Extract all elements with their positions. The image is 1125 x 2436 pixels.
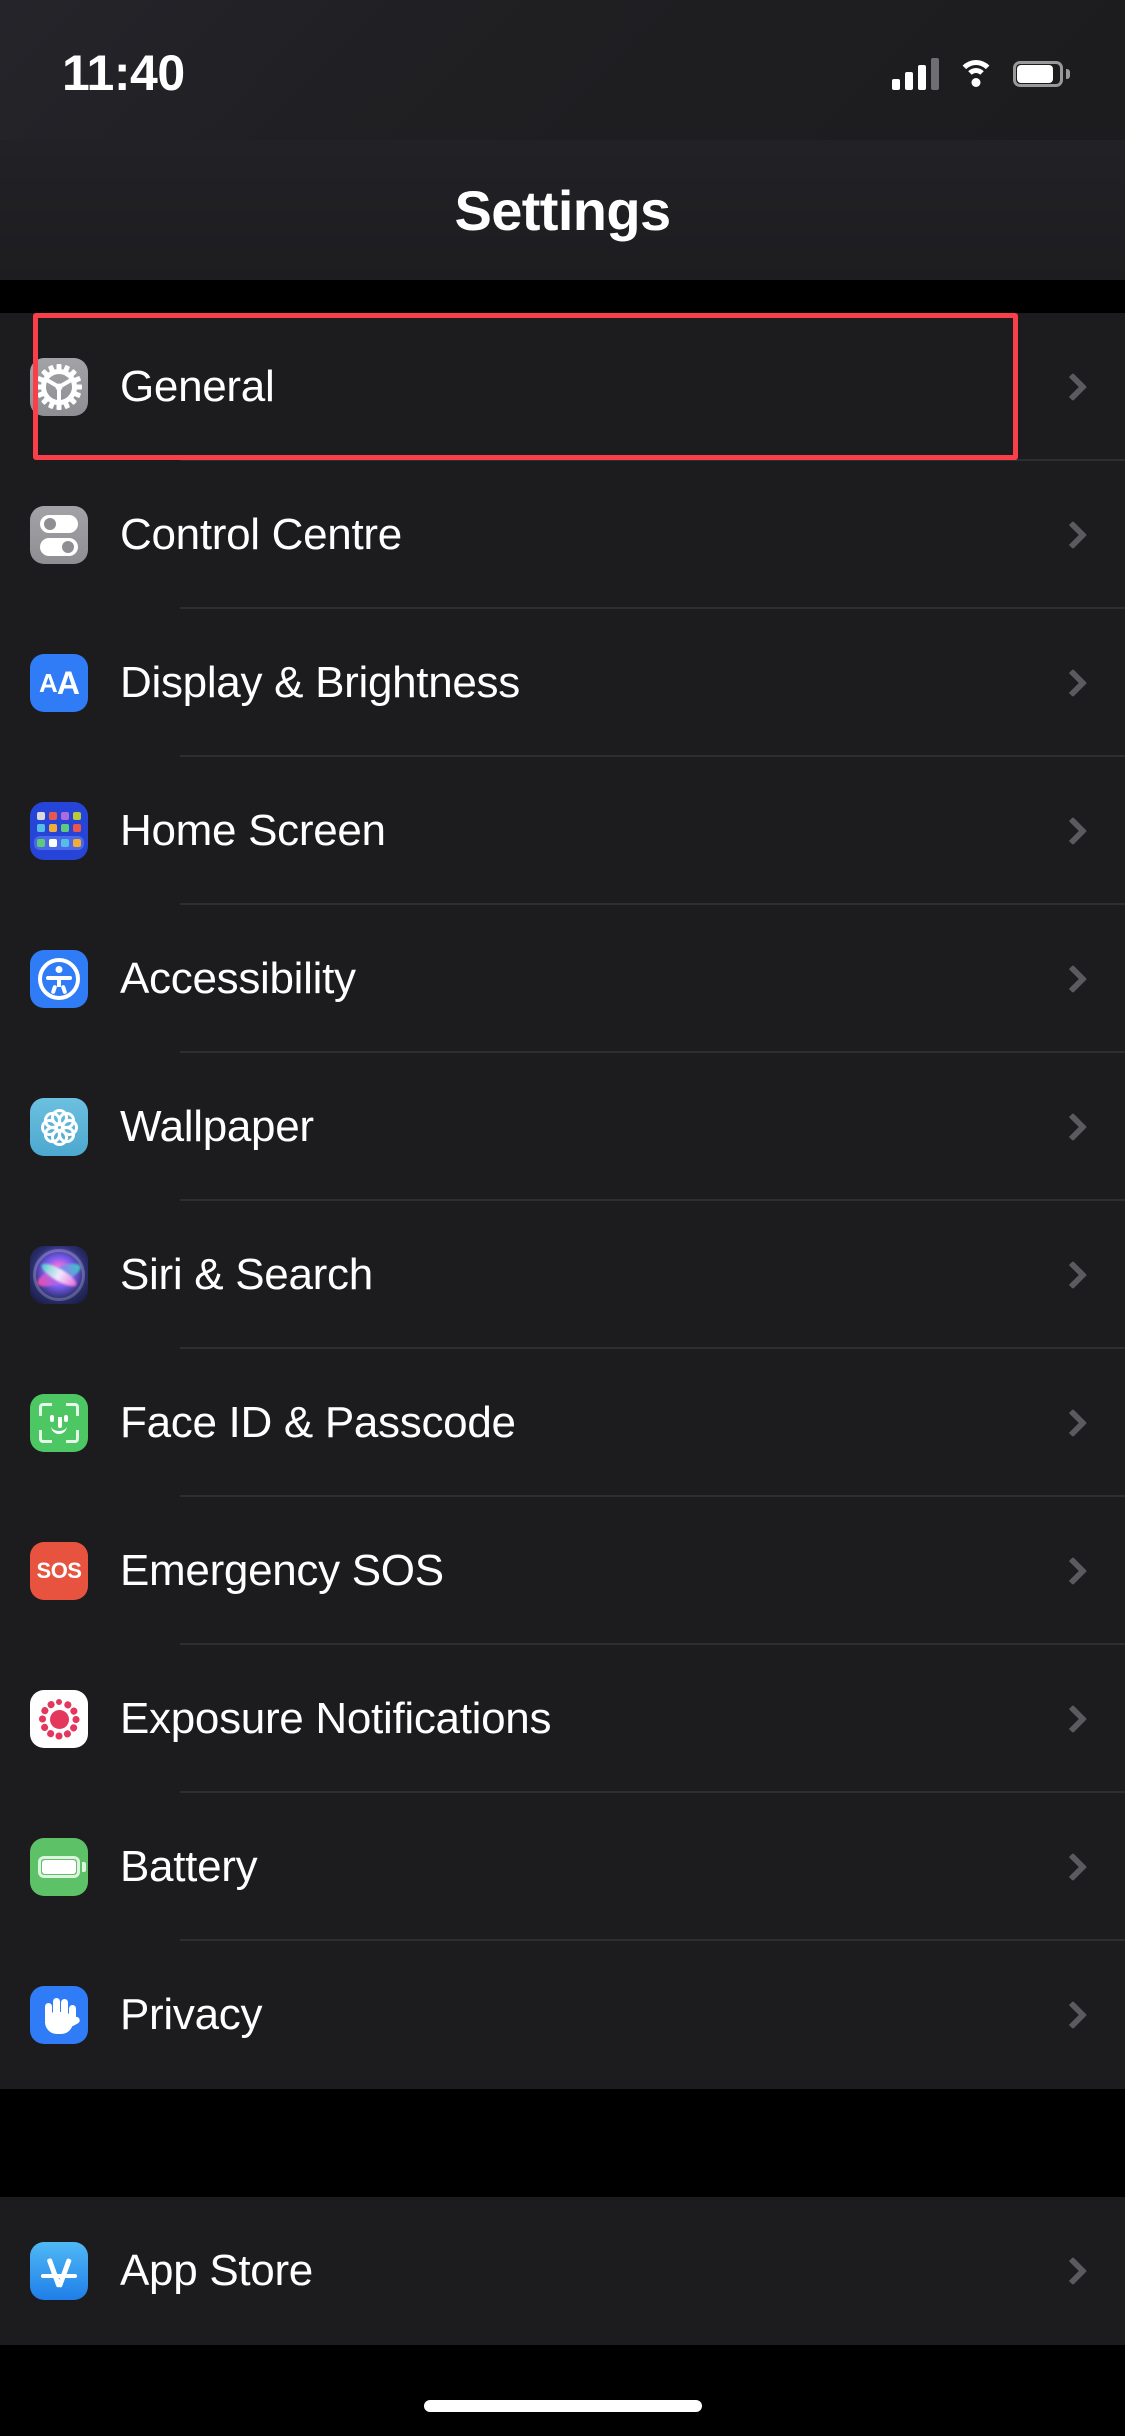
settings-row-siri-search[interactable]: Siri & Search xyxy=(0,1201,1125,1349)
page-title: Settings xyxy=(454,178,671,242)
section-gap-top xyxy=(0,280,1125,313)
settings-row-general[interactable]: General xyxy=(0,313,1125,461)
settings-row-label: Emergency SOS xyxy=(120,1546,444,1595)
wallpaper-flower-icon xyxy=(30,1098,88,1156)
navigation-bar: Settings xyxy=(0,140,1125,280)
status-bar-indicators xyxy=(892,58,1070,90)
app-store-icon xyxy=(30,2242,88,2300)
battery-icon xyxy=(1013,61,1070,87)
sos-icon: SOS xyxy=(30,1542,88,1600)
chevron-right-icon xyxy=(1063,1265,1083,1285)
status-bar-clock: 11:40 xyxy=(62,45,185,101)
settings-row-face-id-passcode[interactable]: Face ID & Passcode xyxy=(0,1349,1125,1497)
settings-row-emergency-sos[interactable]: SOS Emergency SOS xyxy=(0,1497,1125,1645)
settings-row-display-brightness[interactable]: A A Display & Brightness xyxy=(0,609,1125,757)
settings-row-wallpaper[interactable]: Wallpaper xyxy=(0,1053,1125,1201)
settings-row-battery[interactable]: Battery xyxy=(0,1793,1125,1941)
settings-row-label: Accessibility xyxy=(120,954,356,1003)
accessibility-person-icon xyxy=(30,950,88,1008)
exposure-notifications-icon xyxy=(30,1690,88,1748)
iphone-settings-screen: 11:40 Settings General Control Centre A A Di… xyxy=(0,0,1125,2436)
settings-row-label: App Store xyxy=(120,2246,313,2295)
settings-row-label: Exposure Notifications xyxy=(120,1694,552,1743)
chevron-right-icon xyxy=(1063,2261,1083,2281)
chevron-right-icon xyxy=(1063,1413,1083,1433)
control-centre-toggles-icon xyxy=(30,506,88,564)
chevron-right-icon xyxy=(1063,1561,1083,1581)
chevron-right-icon xyxy=(1063,377,1083,397)
home-indicator[interactable] xyxy=(423,2400,702,2412)
store-group: App Store xyxy=(0,2197,1125,2345)
wifi-icon xyxy=(957,60,995,88)
chevron-right-icon xyxy=(1063,1709,1083,1729)
sos-label: SOS xyxy=(36,1558,82,1583)
settings-row-label: General xyxy=(120,362,275,411)
chevron-right-icon xyxy=(1063,821,1083,841)
face-id-icon xyxy=(30,1394,88,1452)
settings-row-exposure-notifications[interactable]: Exposure Notifications xyxy=(0,1645,1125,1793)
chevron-right-icon xyxy=(1063,673,1083,693)
chevron-right-icon xyxy=(1063,1117,1083,1137)
settings-row-accessibility[interactable]: Accessibility xyxy=(0,905,1125,1053)
siri-orb-icon xyxy=(30,1246,88,1304)
settings-row-label: Control Centre xyxy=(120,510,402,559)
settings-row-label: Face ID & Passcode xyxy=(120,1398,516,1447)
settings-row-control-centre[interactable]: Control Centre xyxy=(0,461,1125,609)
settings-list: General Control Centre A A Display & Brightn… xyxy=(0,280,1125,2436)
settings-row-app-store[interactable]: App Store xyxy=(0,2197,1125,2345)
battery-icon xyxy=(30,1838,88,1896)
display-aa-icon: AA xyxy=(30,654,88,712)
privacy-hand-icon xyxy=(30,1986,88,2044)
section-gap xyxy=(0,2089,1125,2197)
status-bar: 11:40 xyxy=(0,0,1125,140)
settings-row-privacy[interactable]: Privacy xyxy=(0,1941,1125,2089)
settings-row-label: Display & Brightness xyxy=(120,658,520,707)
home-screen-grid-icon xyxy=(30,802,88,860)
settings-row-home-screen[interactable]: Home Screen xyxy=(0,757,1125,905)
chevron-right-icon xyxy=(1063,525,1083,545)
settings-row-label: Wallpaper xyxy=(120,1102,314,1151)
settings-row-label: Siri & Search xyxy=(120,1250,373,1299)
chevron-right-icon xyxy=(1063,2005,1083,2025)
cellular-signal-icon xyxy=(892,58,939,90)
settings-row-label: Privacy xyxy=(120,1990,263,2039)
settings-row-label: Battery xyxy=(120,1842,258,1891)
gear-icon xyxy=(30,358,88,416)
settings-row-label: Home Screen xyxy=(120,806,386,855)
system-group: General Control Centre A A Display & Brightn… xyxy=(0,313,1125,2089)
chevron-right-icon xyxy=(1063,1857,1083,1877)
chevron-right-icon xyxy=(1063,969,1083,989)
